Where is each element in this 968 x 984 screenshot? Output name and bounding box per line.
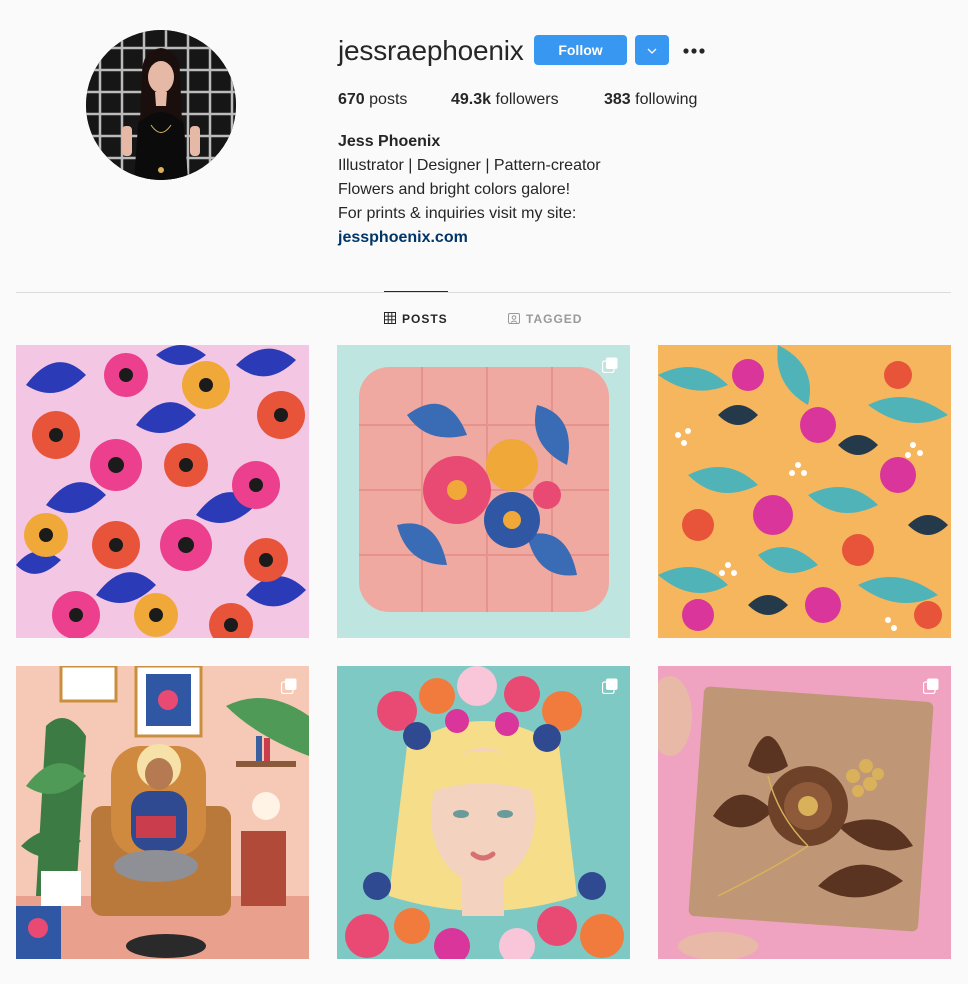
tab-tagged-label: TAGGED [526,312,583,326]
posts-count-stat: 670 posts [338,90,407,110]
posts-count: 670 [338,91,365,108]
bio-website-link[interactable]: jessphoenix.com [338,226,601,250]
profile-full-name: Jess Phoenix [338,133,441,150]
post-tile[interactable] [658,345,951,638]
followers-count: 49.3k [451,91,492,108]
grid-icon [384,311,396,327]
tag-icon [508,312,520,327]
multiple-photos-icon [923,678,939,694]
tabs-divider [16,292,951,293]
bio-line: For prints & inquiries visit my site: [338,205,577,222]
post-tile[interactable] [16,345,309,638]
tab-posts-label: POSTS [402,312,448,326]
tab-posts[interactable]: POSTS [384,311,448,327]
followers-label: followers [495,91,559,108]
profile-username: jessraephoenix [338,35,524,66]
follow-button[interactable]: Follow [534,35,627,65]
posts-label: posts [369,91,408,108]
active-tab-indicator [384,291,448,292]
tab-tagged[interactable]: TAGGED [508,312,582,326]
post-tile[interactable] [337,666,630,959]
profile-bio: Jess Phoenix Illustrator | Designer | Pa… [338,130,601,250]
chevron-down-icon [647,41,657,59]
more-options-button[interactable] [680,38,708,62]
following-count: 383 [604,91,631,108]
post-tile[interactable] [658,666,951,959]
profile-avatar[interactable] [86,30,236,180]
following-label: following [635,91,698,108]
multiple-photos-icon [602,357,618,373]
post-tile[interactable] [337,345,630,638]
multiple-photos-icon [281,678,297,694]
ellipsis-icon [683,41,705,59]
following-stat[interactable]: 383 following [604,90,697,110]
bio-line: Illustrator | Designer | Pattern-creator [338,157,601,174]
bio-line: Flowers and bright colors galore! [338,181,571,198]
multiple-photos-icon [602,678,618,694]
suggested-accounts-button[interactable] [635,35,669,65]
followers-stat[interactable]: 49.3k followers [451,90,559,110]
post-tile[interactable] [16,666,309,959]
